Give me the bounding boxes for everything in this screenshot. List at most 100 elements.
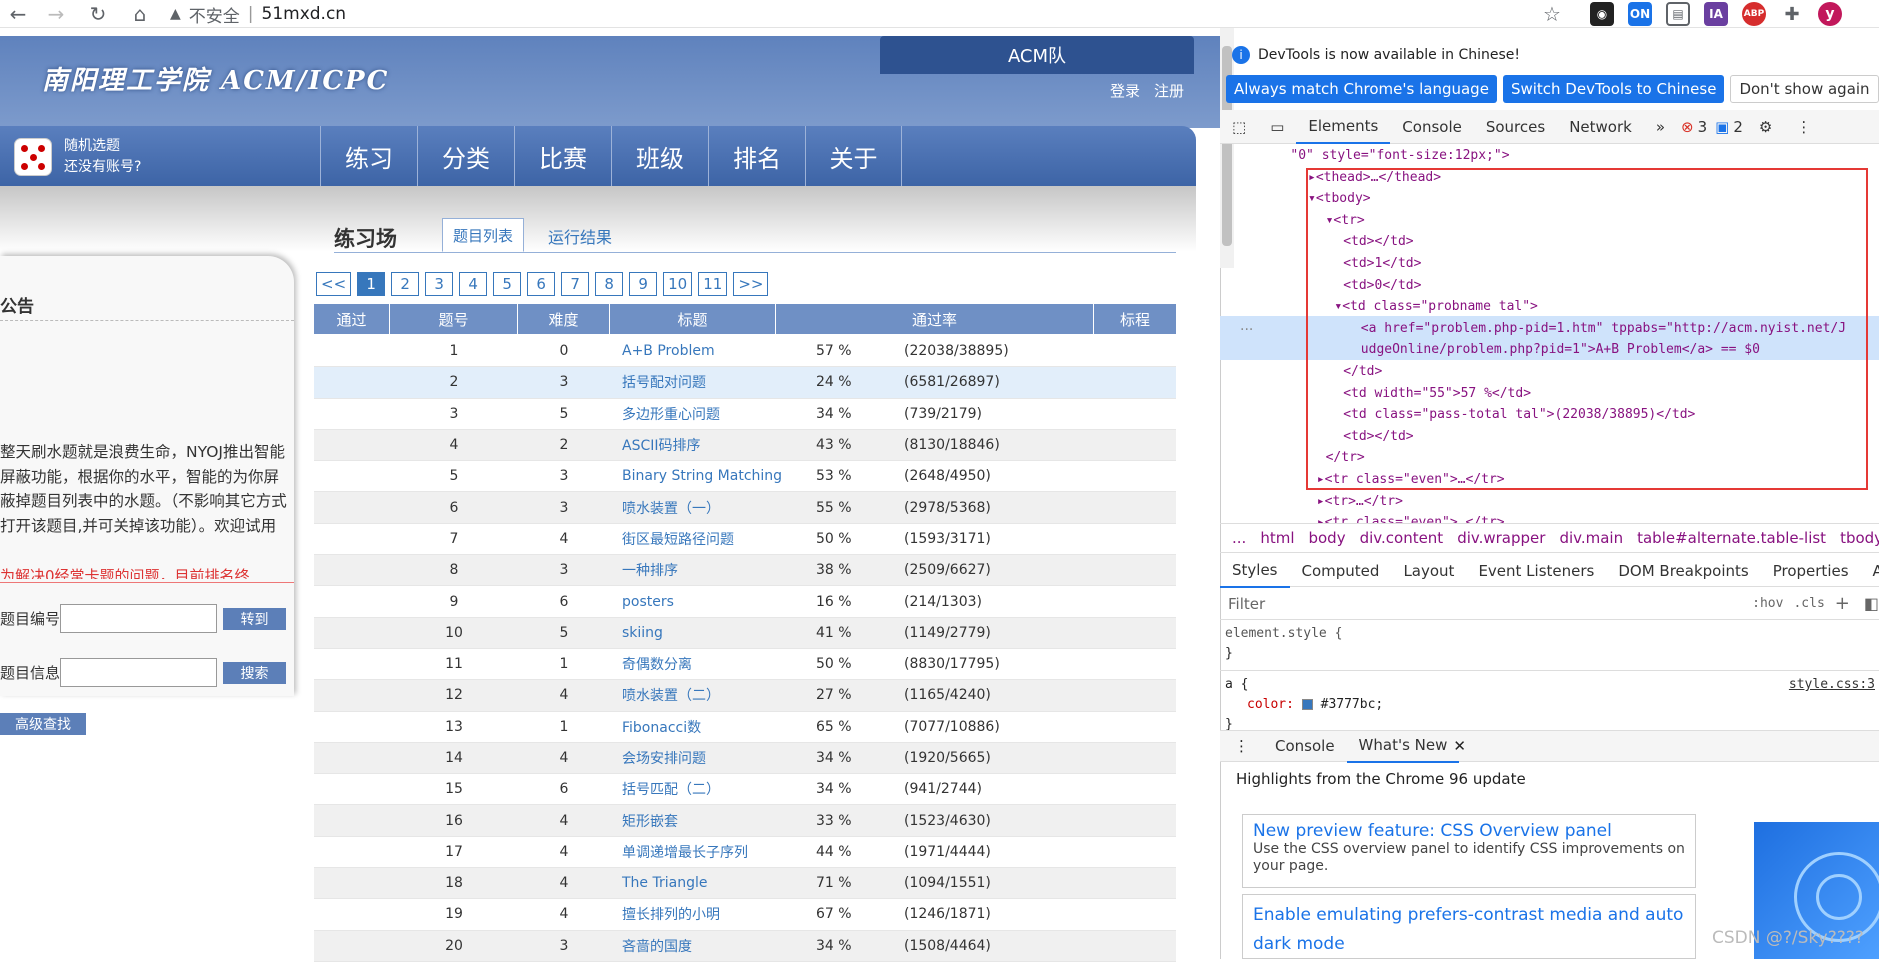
filter-input[interactable]: Filter <box>1228 595 1752 613</box>
problem-title-link[interactable]: ASCII码排序 <box>610 435 816 455</box>
forward-icon[interactable]: → <box>44 2 68 26</box>
tab-console[interactable]: Console <box>1390 110 1474 144</box>
problem-title-link[interactable]: 奇偶数分离 <box>610 654 816 674</box>
menu-practice[interactable]: 练习 <box>320 126 417 186</box>
page-4[interactable]: 4 <box>459 272 488 296</box>
message-badge[interactable]: ▣ 2 <box>1711 110 1747 144</box>
dice-icon[interactable] <box>14 138 52 176</box>
star-icon[interactable]: ☆ <box>1540 2 1564 26</box>
breadcrumb-item[interactable]: tbody <box>1840 529 1879 547</box>
device-toolbar-icon[interactable]: ▭ <box>1258 110 1296 144</box>
problem-title-link[interactable]: posters <box>610 594 816 610</box>
page-9[interactable]: 9 <box>629 272 658 296</box>
problem-title-link[interactable]: 喷水装置（二） <box>610 685 816 705</box>
random-problem-link[interactable]: 随机选题 <box>64 136 141 157</box>
drawer-tab-console[interactable]: Console <box>1263 729 1347 763</box>
problem-title-link[interactable]: skiing <box>610 625 816 641</box>
add-rule-icon[interactable]: + <box>1835 593 1850 614</box>
problem-title-link[interactable]: Binary String Matching <box>610 468 816 484</box>
breadcrumb-item[interactable]: div.main <box>1559 529 1623 547</box>
drawer-menu-icon[interactable]: ⋮ <box>1220 737 1263 755</box>
tab-problem-list[interactable]: 题目列表 <box>442 218 524 252</box>
breadcrumb-item[interactable]: div.wrapper <box>1457 529 1545 547</box>
extension-copy-icon[interactable]: ▤ <box>1666 2 1690 26</box>
advanced-search-button[interactable]: 高级查找 <box>0 713 86 735</box>
problem-title-link[interactable]: 喷水装置（一） <box>610 498 816 518</box>
color-swatch[interactable] <box>1301 699 1313 710</box>
problem-title-link[interactable]: 多边形重心问题 <box>610 404 816 424</box>
error-badge[interactable]: ⊗ 3 <box>1677 110 1711 144</box>
problem-info-input[interactable] <box>60 658 218 687</box>
back-icon[interactable]: ← <box>6 2 30 26</box>
styles-tab[interactable]: Event Listeners <box>1466 554 1606 588</box>
random-problem-block[interactable]: 随机选题 还没有账号? <box>64 136 141 178</box>
breadcrumb-item[interactable]: html <box>1260 529 1294 547</box>
page-10[interactable]: 10 <box>663 272 693 296</box>
extensions-puzzle-icon[interactable]: ✚ <box>1780 2 1804 26</box>
page-3[interactable]: 3 <box>425 272 454 296</box>
page-8[interactable]: 8 <box>595 272 624 296</box>
page-1[interactable]: 1 <box>357 272 386 296</box>
card-2-title[interactable]: Enable emulating prefers-contrast media … <box>1253 901 1685 958</box>
breadcrumb-item[interactable]: div.content <box>1360 529 1444 547</box>
more-tabs-icon[interactable]: » <box>1644 110 1677 144</box>
styles-tab[interactable]: Accessibili <box>1861 554 1879 588</box>
styles-tab[interactable]: Styles <box>1220 554 1290 588</box>
problem-title-link[interactable]: 矩形嵌套 <box>610 811 816 831</box>
sidebar-toggle-icon[interactable]: ◧ <box>1864 594 1879 613</box>
tab-run-results[interactable]: 运行结果 <box>548 224 612 248</box>
problem-title-link[interactable]: 擅长排列的小明 <box>610 904 816 924</box>
cls-toggle[interactable]: .cls <box>1793 596 1824 611</box>
page-7[interactable]: 7 <box>561 272 590 296</box>
tab-network[interactable]: Network <box>1557 110 1644 144</box>
extension-mask-icon[interactable]: ◉ <box>1590 2 1614 26</box>
whats-new-card-2[interactable]: Enable emulating prefers-contrast media … <box>1242 894 1696 959</box>
home-icon[interactable]: ⌂ <box>128 2 152 26</box>
tab-sources[interactable]: Sources <box>1474 110 1557 144</box>
reload-icon[interactable]: ↻ <box>86 2 110 26</box>
dom-node-line[interactable]: "0" style="font-size:12px;"> <box>1220 145 1879 167</box>
problem-title-link[interactable]: 单调递增最长子序列 <box>610 842 816 862</box>
problem-title-link[interactable]: The Triangle <box>610 875 816 891</box>
settings-gear-icon[interactable]: ⚙ <box>1747 110 1784 144</box>
dom-node-line[interactable]: ▸<tr>…</tr> <box>1220 491 1879 513</box>
address-bar[interactable]: ▲ 不安全 | 51mxd.cn <box>170 2 346 27</box>
problem-title-link[interactable]: 一种排序 <box>610 560 816 580</box>
problem-id-input[interactable] <box>60 604 218 633</box>
styles-tab[interactable]: Computed <box>1290 554 1392 588</box>
extension-on-icon[interactable]: ON <box>1628 2 1652 26</box>
page-6[interactable]: 6 <box>527 272 556 296</box>
rule-declaration[interactable]: color: #3777bc; <box>1225 695 1879 715</box>
breadcrumb-item[interactable]: body <box>1308 529 1345 547</box>
menu-contest[interactable]: 比赛 <box>514 126 611 186</box>
rule-source-link[interactable]: style.css:3 <box>1789 675 1875 695</box>
inspect-icon[interactable]: ⬚ <box>1220 110 1258 144</box>
goto-button[interactable]: 转到 <box>223 607 287 630</box>
match-language-button[interactable]: Always match Chrome's language <box>1226 75 1497 103</box>
page-2[interactable]: 2 <box>391 272 420 296</box>
dom-node-line[interactable]: ▸<tr class="even">…</tr> <box>1220 512 1879 523</box>
menu-ranking[interactable]: 排名 <box>708 126 805 186</box>
switch-chinese-button[interactable]: Switch DevTools to Chinese <box>1502 75 1725 103</box>
login-link[interactable]: 登录 <box>1110 80 1140 101</box>
close-icon[interactable]: ✕ <box>1453 737 1466 755</box>
styles-tab[interactable]: Properties <box>1761 554 1861 588</box>
whats-new-card-1[interactable]: New preview feature: CSS Overview panel … <box>1242 814 1696 888</box>
extension-abp-icon[interactable]: ABP <box>1742 2 1766 26</box>
menu-class[interactable]: 班级 <box>611 126 708 186</box>
page-prev[interactable]: << <box>316 272 352 296</box>
problem-title-link[interactable]: 括号匹配（二） <box>610 779 816 799</box>
page-11[interactable]: 11 <box>698 272 728 296</box>
problem-title-link[interactable]: 会场安排问题 <box>610 748 816 768</box>
element-style-rule[interactable]: element.style { <box>1225 620 1879 644</box>
styles-tab[interactable]: DOM Breakpoints <box>1606 554 1760 588</box>
problem-title-link[interactable]: 括号配对问题 <box>610 372 816 392</box>
problem-title-link[interactable]: A+B Problem <box>610 343 816 359</box>
drawer-tab-whats-new[interactable]: What's New <box>1346 729 1460 763</box>
breadcrumb-item[interactable]: ... <box>1232 529 1246 547</box>
problem-title-link[interactable]: 街区最短路径问题 <box>610 529 816 549</box>
site-logo[interactable]: 南阳理工学院 ACM/ICPC <box>42 60 389 97</box>
tab-elements[interactable]: Elements <box>1296 110 1391 144</box>
styles-tab[interactable]: Layout <box>1391 554 1466 588</box>
acm-team-tab[interactable]: ACM队 <box>880 36 1194 74</box>
